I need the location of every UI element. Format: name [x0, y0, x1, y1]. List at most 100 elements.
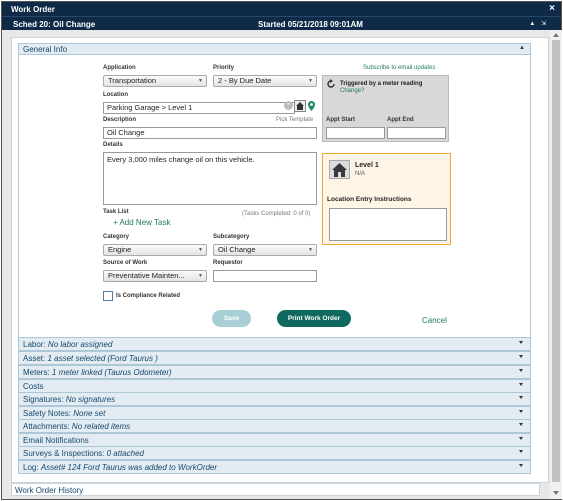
- schedule-title: Sched 20: Oil Change: [13, 20, 96, 29]
- general-info-title: General Info: [23, 45, 68, 54]
- cancel-link[interactable]: Cancel: [422, 316, 447, 325]
- pick-template-link[interactable]: Pick Template: [276, 117, 313, 123]
- priority-value: 2 - By Due Date: [218, 76, 272, 85]
- section-log[interactable]: Log: Asset# 124 Ford Taurus was added to…: [18, 460, 531, 474]
- meter-change-link[interactable]: Change?: [340, 88, 364, 94]
- appt-start-input[interactable]: [326, 127, 385, 139]
- category-select[interactable]: Engine ▼: [103, 244, 207, 256]
- location-instructions-label: Location Entry Instructions: [327, 196, 412, 203]
- section-label: Attachments:: [23, 422, 70, 431]
- refresh-icon: [326, 79, 336, 91]
- collapse-icon[interactable]: ▲: [519, 45, 525, 51]
- section-label: Email Notifications: [23, 436, 89, 445]
- section-label: Labor:: [23, 340, 46, 349]
- title-bar: Work Order ×: [2, 2, 561, 16]
- description-label: Description: [103, 117, 137, 123]
- section-label: Costs: [23, 382, 44, 391]
- section-detail: No signatures: [65, 395, 116, 404]
- section-costs[interactable]: Costs: [18, 379, 531, 393]
- chevron-down-icon: ▼: [198, 78, 203, 84]
- chevron-down-icon[interactable]: [519, 396, 523, 399]
- section-label: Signatures:: [23, 395, 64, 404]
- close-icon[interactable]: ×: [549, 3, 555, 14]
- priority-select[interactable]: 2 - By Due Date ▼: [213, 75, 317, 87]
- source-of-work-value: Preventative Mainten...: [108, 271, 185, 280]
- section-detail: No labor assigned: [47, 340, 113, 349]
- subscribe-link[interactable]: Subscribe to email updates: [363, 65, 435, 71]
- section-label: Safety Notes:: [23, 409, 72, 418]
- chevron-down-icon[interactable]: [519, 383, 523, 386]
- details-value: Every 3,000 miles change oil on this veh…: [107, 155, 255, 164]
- chevron-down-icon[interactable]: [519, 341, 523, 344]
- location-instructions-input[interactable]: [329, 208, 447, 241]
- scroll-up-icon[interactable]: [553, 33, 559, 37]
- tasks-completed-count: (Tasks Completed: 0 of 0): [242, 211, 311, 217]
- section-attachments[interactable]: Attachments: No related items: [18, 419, 531, 433]
- location-field[interactable]: Parking Garage > Level 1: [103, 102, 295, 114]
- source-of-work-label: Source of Work: [103, 260, 148, 266]
- chevron-down-icon[interactable]: [519, 450, 523, 453]
- clear-icon[interactable]: ×: [284, 101, 293, 110]
- location-info-box: Level 1 N/A Location Entry Instructions: [322, 153, 451, 245]
- location-sub: N/A: [355, 171, 366, 177]
- save-button[interactable]: Save: [212, 310, 251, 327]
- chevron-down-icon[interactable]: [519, 423, 523, 426]
- section-safety-notes[interactable]: Safety Notes: None set: [18, 406, 531, 420]
- category-value: Engine: [108, 245, 132, 254]
- window-title: Work Order: [11, 5, 55, 14]
- appt-end-input[interactable]: [387, 127, 446, 139]
- chevron-down-icon: ▼: [198, 273, 203, 279]
- details-label: Details: [103, 142, 123, 148]
- section-email-notifications[interactable]: Email Notifications: [18, 433, 531, 447]
- source-of-work-select[interactable]: Preventative Mainten... ▼: [103, 270, 207, 282]
- subcategory-select[interactable]: Oil Change ▼: [213, 244, 317, 256]
- section-meters[interactable]: Meters: 1 meter linked (Taurus Odometer): [18, 365, 531, 379]
- section-label: Meters:: [23, 368, 50, 377]
- map-pin-icon[interactable]: [308, 101, 315, 113]
- chevron-down-icon: ▼: [308, 247, 313, 253]
- chevron-down-icon[interactable]: [519, 355, 523, 358]
- application-label: Application: [103, 65, 136, 71]
- chevron-down-icon[interactable]: [519, 410, 523, 413]
- section-detail: Asset# 124 Ford Taurus was added to Work…: [40, 463, 218, 472]
- work-order-history-label: Work Order History: [15, 486, 84, 495]
- general-info-header[interactable]: General Info ▲: [18, 43, 531, 55]
- scroll-down-icon[interactable]: [553, 491, 559, 495]
- location-label: Location: [103, 92, 128, 98]
- priority-label: Priority: [213, 65, 235, 71]
- schedule-bar: Sched 20: Oil Change Started 05/21/2018 …: [2, 16, 561, 30]
- description-field[interactable]: Oil Change: [103, 127, 317, 139]
- task-list-label: Task List: [103, 209, 129, 215]
- location-name: Level 1: [355, 162, 379, 169]
- meter-trigger-text: Triggered by a meter reading: [340, 81, 423, 87]
- requestor-field[interactable]: [213, 270, 317, 282]
- application-select[interactable]: Transportation ▼: [103, 75, 207, 87]
- section-label: Asset:: [23, 354, 46, 363]
- print-work-order-button[interactable]: Print Work Order: [277, 310, 351, 327]
- section-signatures[interactable]: Signatures: No signatures: [18, 392, 531, 406]
- section-asset[interactable]: Asset: 1 asset selected (Ford Taurus ): [18, 351, 531, 365]
- compliance-checkbox[interactable]: [103, 291, 113, 301]
- location-home-icon: [329, 160, 350, 179]
- started-timestamp: Started 05/21/2018 09:01AM: [258, 20, 363, 29]
- home-icon[interactable]: [294, 100, 306, 112]
- subcategory-value: Oil Change: [218, 245, 256, 254]
- vertical-scrollbar[interactable]: [550, 30, 562, 499]
- details-textarea[interactable]: Every 3,000 miles change oil on this veh…: [103, 152, 317, 205]
- appt-end-label: Appt End: [387, 117, 414, 123]
- chevron-down-icon[interactable]: [519, 464, 523, 467]
- section-detail: 1 meter linked (Taurus Odometer): [51, 368, 172, 377]
- chevron-down-icon[interactable]: [519, 437, 523, 440]
- add-task-link[interactable]: + Add New Task: [113, 218, 170, 227]
- section-labor[interactable]: Labor: No labor assigned: [18, 337, 531, 351]
- chevron-down-icon: ▼: [308, 78, 313, 84]
- scroll-thumb[interactable]: [552, 40, 560, 482]
- section-detail: 0 attached: [106, 449, 144, 458]
- compliance-label: Is Compliance Related: [116, 293, 181, 299]
- chevron-down-icon[interactable]: [519, 369, 523, 372]
- work-order-history-section[interactable]: Work Order History: [11, 483, 540, 496]
- section-detail: No related items: [71, 422, 131, 431]
- application-value: Transportation: [108, 76, 157, 85]
- window-controls-icon[interactable]: ▲ ⇲: [529, 20, 548, 27]
- section-surveys-inspections[interactable]: Surveys & Inspections: 0 attached: [18, 446, 531, 460]
